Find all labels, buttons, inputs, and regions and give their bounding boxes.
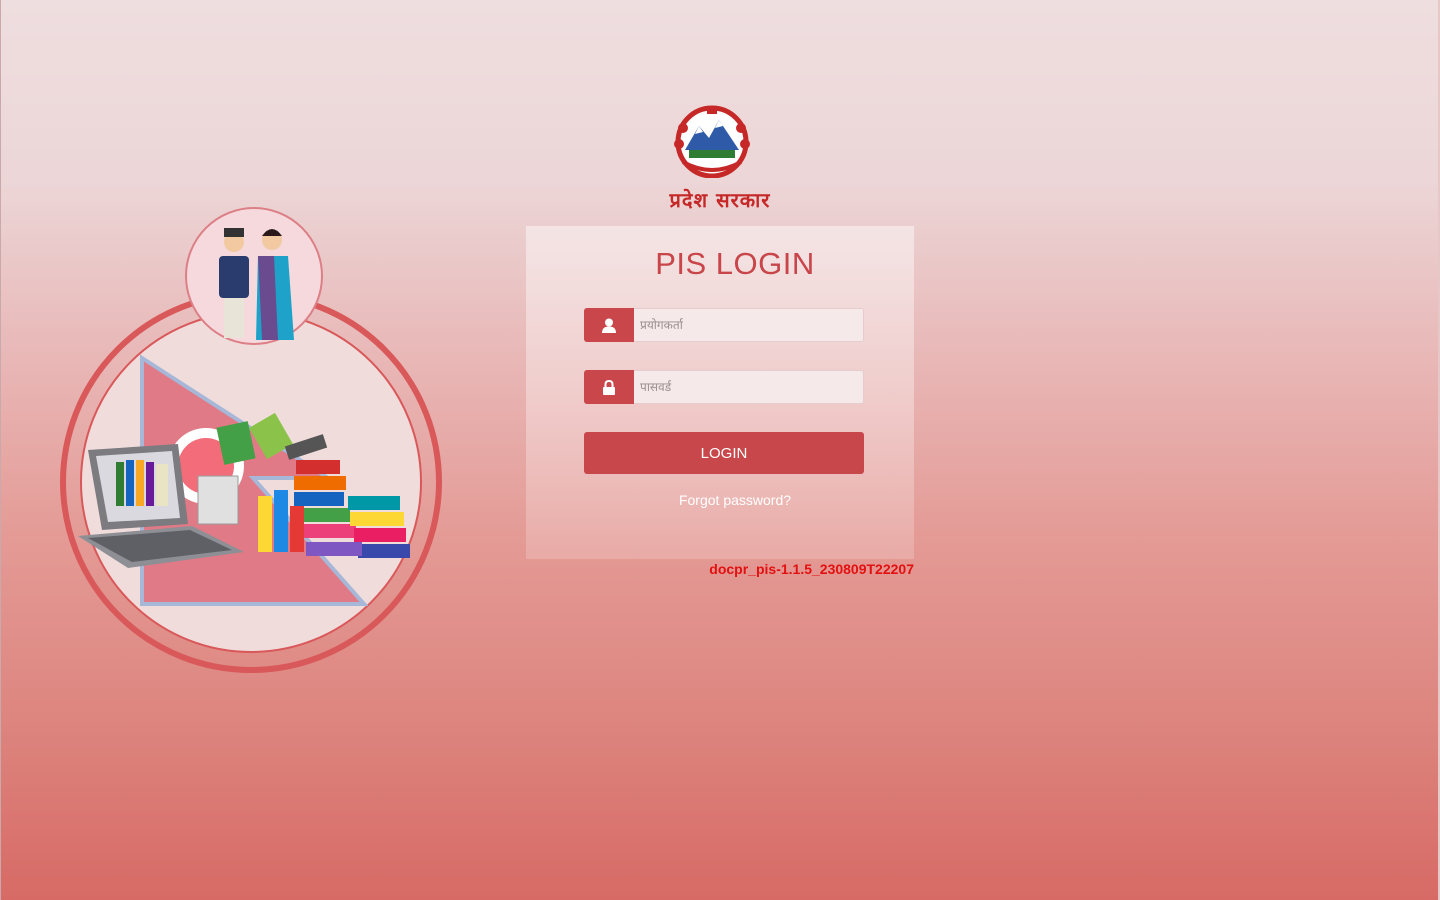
password-input[interactable]	[634, 370, 864, 404]
page-left-border	[0, 0, 1, 900]
lock-icon	[584, 370, 634, 404]
login-panel: PIS LOGIN LOGIN Forgot password?	[526, 226, 914, 559]
login-button[interactable]: LOGIN	[584, 432, 864, 474]
pis-illustration	[58, 206, 448, 676]
org-title: प्रदेश सरकार	[669, 188, 771, 212]
password-group	[584, 370, 864, 404]
people-avatar	[185, 207, 323, 345]
username-group	[584, 308, 864, 342]
nepal-emblem-icon	[669, 104, 755, 179]
username-input[interactable]	[634, 308, 864, 342]
user-icon	[584, 308, 634, 342]
login-title: PIS LOGIN	[655, 246, 815, 281]
version-label: docpr_pis-1.1.5_230809T22207	[709, 561, 914, 577]
forgot-password-link[interactable]: Forgot password?	[526, 492, 944, 508]
